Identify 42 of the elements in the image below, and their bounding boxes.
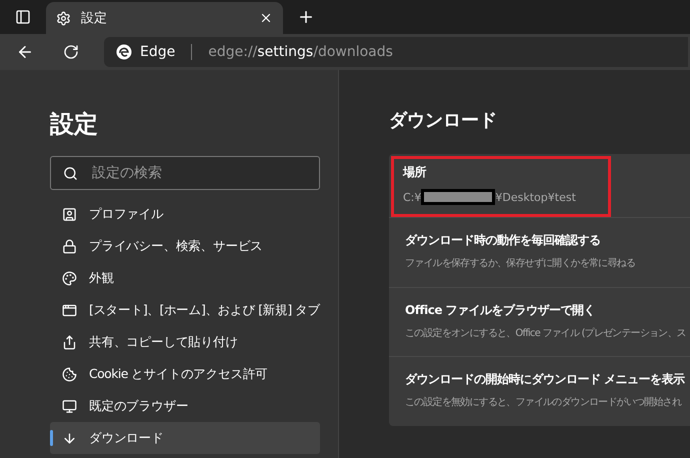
search-icon	[63, 166, 78, 180]
monitor-icon	[62, 398, 77, 414]
sidebar-item[interactable]: 外観	[50, 262, 320, 294]
setting-row[interactable]: ダウンロード時の動作を毎回確認する ファイルを保存するか、保存せずに開くかを常に尋ねる	[389, 217, 690, 286]
path-text: C:¥	[403, 190, 422, 204]
page-title: ダウンロード	[389, 109, 498, 132]
highlight-frame[interactable]: 場所 C:¥ ¥Desktop¥test	[391, 156, 611, 217]
path-text: ¥Desktop¥test	[495, 190, 576, 204]
setting-title: 場所	[403, 164, 428, 181]
setting-row[interactable]: ダウンロードの開始時にダウンロード メニューを表示 この設定を無効にすると、ファイルのダウンロードがいつ開始され	[389, 356, 690, 426]
setting-description: この設定を無効にすると、ファイルのダウンロードがいつ開始され	[405, 396, 683, 410]
browser-tab[interactable]: 設定	[46, 2, 283, 34]
window-icon	[62, 302, 77, 318]
address-bar[interactable]: Edge edge://settings/downloads	[104, 37, 688, 67]
lock-icon	[62, 238, 77, 254]
setting-row[interactable]: Office ファイルをブラウザーで開く この設定をオンにすると、Office ファイル (プレゼンテーション、ス	[389, 286, 690, 356]
site-label: Edge	[140, 44, 176, 60]
settings-title: 設定	[50, 109, 99, 140]
palette-icon	[62, 270, 77, 286]
edge-logo-icon	[116, 44, 132, 60]
search-box[interactable]: 設定の検索	[50, 156, 320, 190]
download-icon	[62, 430, 77, 446]
search-field[interactable]: 設定の検索	[90, 164, 307, 182]
sidebar-item[interactable]: 共有、コピーして貼り付け	[50, 326, 320, 358]
close-icon[interactable]	[259, 11, 273, 25]
sidebar-item[interactable]: ダウンロード	[50, 422, 320, 454]
sidebar-item[interactable]: Cookie とサイトのアクセス許可	[50, 358, 320, 390]
tab-title: 設定	[81, 10, 108, 27]
url-text: edge://settings/downloads	[208, 44, 393, 60]
setting-title: ダウンロードの開始時にダウンロード メニューを表示	[405, 371, 686, 388]
setting-description: この設定をオンにすると、Office ファイル (プレゼンテーション、ス	[405, 326, 686, 340]
cookie-icon	[62, 366, 77, 382]
sidebar-item[interactable]: プロファイル	[50, 198, 320, 230]
sidebar-item[interactable]: プライバシー、検索、サービス	[50, 230, 320, 262]
setting-description: ファイルを保存するか、保存せずに開くかを常に尋ねる	[405, 257, 636, 270]
share-icon	[62, 334, 77, 350]
sidebar-item[interactable]: 既定のブラウザー	[50, 390, 320, 422]
sidebar-item[interactable]: [スタート]、[ホーム]、および [新規] タブ	[50, 294, 320, 326]
settings-icon	[56, 10, 71, 26]
profile-icon	[62, 206, 77, 222]
setting-title: Office ファイルをブラウザーで開く	[405, 302, 596, 318]
setting-title: ダウンロード時の動作を毎回確認する	[405, 232, 602, 249]
